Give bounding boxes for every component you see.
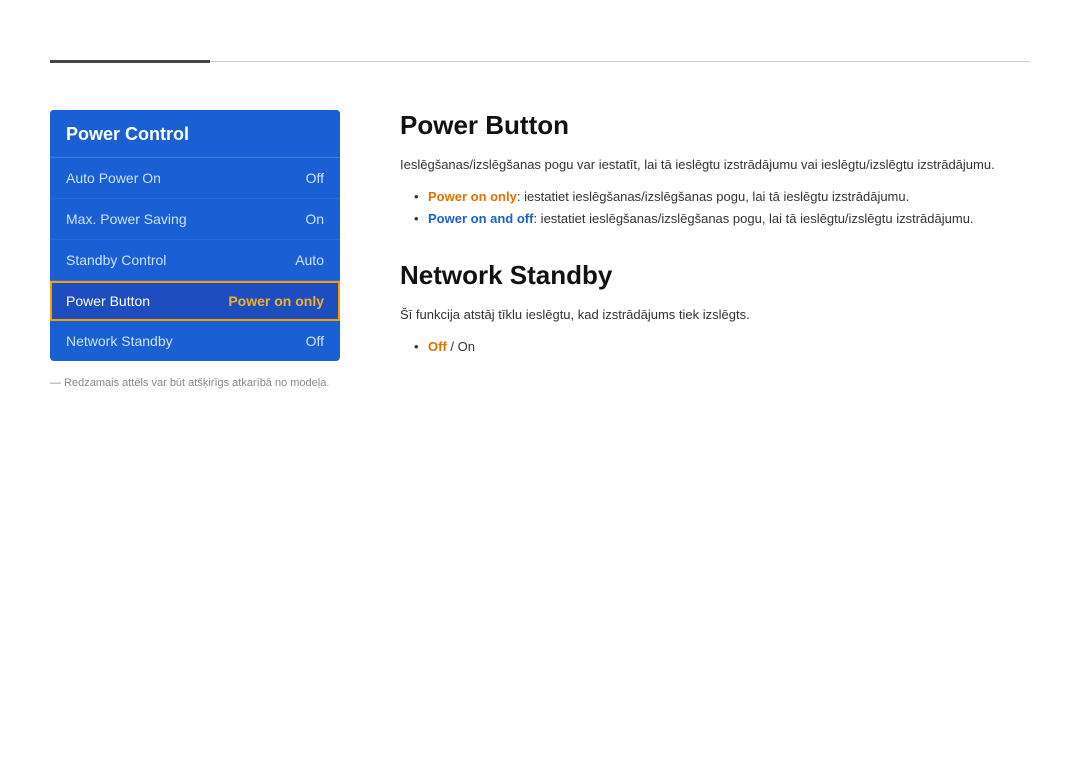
max-power-saving-value: On <box>305 211 324 227</box>
page-container: Power Control Auto Power On Off Max. Pow… <box>0 0 1080 763</box>
menu-panel: Power Control Auto Power On Off Max. Pow… <box>50 110 340 361</box>
top-line-light <box>210 61 1030 62</box>
top-line-dark <box>50 60 210 63</box>
power-button-bullets: Power on only: iestatiet ieslēgšanas/izs… <box>400 186 1030 230</box>
slash-separator: / <box>447 339 458 354</box>
network-standby-value: Off <box>306 333 324 349</box>
menu-title: Power Control <box>50 110 340 158</box>
sidebar-item-standby-control[interactable]: Standby Control Auto <box>50 240 340 281</box>
power-on-and-off-highlight: Power on and off <box>428 211 533 226</box>
on-text: On <box>458 339 475 354</box>
auto-power-on-value: Off <box>306 170 324 186</box>
power-button-intro: Ieslēgšanas/izslēgšanas pogu var iestatī… <box>400 155 1030 176</box>
network-standby-section-title: Network Standby <box>400 260 1030 291</box>
sidebar-item-power-button[interactable]: Power Button Power on only <box>50 281 340 321</box>
footnote: ― Redzamais attēls var būt atšķirīgs atk… <box>50 377 340 389</box>
auto-power-on-label: Auto Power On <box>66 170 161 186</box>
off-text: Off <box>428 339 447 354</box>
power-button-section-title: Power Button <box>400 110 1030 141</box>
standby-control-label: Standby Control <box>66 252 166 268</box>
sidebar: Power Control Auto Power On Off Max. Pow… <box>50 110 340 389</box>
network-standby-intro: Šī funkcija atstāj tīklu ieslēgtu, kad i… <box>400 305 1030 326</box>
power-button-label: Power Button <box>66 293 150 309</box>
power-on-and-off-rest: : iestatiet ieslēgšanas/izslēgšanas pogu… <box>533 211 973 226</box>
sidebar-item-max-power-saving[interactable]: Max. Power Saving On <box>50 199 340 240</box>
network-standby-bullets: Off / On <box>400 336 1030 358</box>
bullet-off-on: Off / On <box>416 336 1030 358</box>
power-on-only-rest: : iestatiet ieslēgšanas/izslēgšanas pogu… <box>517 189 909 204</box>
standby-control-value: Auto <box>295 252 324 268</box>
power-button-value: Power on only <box>228 293 324 309</box>
sidebar-item-auto-power-on[interactable]: Auto Power On Off <box>50 158 340 199</box>
top-decorative-lines <box>50 60 1030 63</box>
bullet-power-on-only: Power on only: iestatiet ieslēgšanas/izs… <box>416 186 1030 208</box>
power-on-only-highlight: Power on only <box>428 189 517 204</box>
max-power-saving-label: Max. Power Saving <box>66 211 187 227</box>
content-panel: Power Button Ieslēgšanas/izslēgšanas pog… <box>400 110 1030 389</box>
bullet-power-on-off: Power on and off: iestatiet ieslēgšanas/… <box>416 208 1030 230</box>
main-content: Power Control Auto Power On Off Max. Pow… <box>50 90 1030 389</box>
network-standby-label: Network Standby <box>66 333 173 349</box>
sidebar-item-network-standby[interactable]: Network Standby Off <box>50 321 340 361</box>
